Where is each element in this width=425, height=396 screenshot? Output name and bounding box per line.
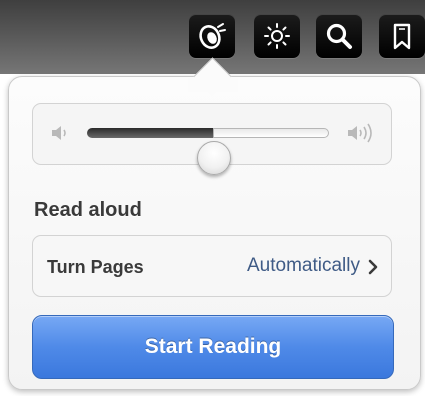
brightness-button[interactable] [254, 14, 300, 58]
search-button[interactable] [316, 14, 362, 58]
speaker-low-icon [49, 122, 73, 149]
turn-pages-row[interactable]: Turn Pages Automatically [32, 235, 392, 297]
chevron-right-icon [368, 259, 378, 280]
volume-track-rest [213, 128, 329, 138]
volume-track-fill [87, 128, 213, 138]
volume-slider-thumb[interactable] [197, 141, 231, 175]
volume-control [32, 103, 392, 175]
bookmark-button[interactable] [379, 14, 425, 58]
search-icon [324, 21, 354, 51]
volume-slider[interactable] [87, 128, 329, 175]
speaker-aloud-icon [197, 21, 227, 51]
speaker-high-icon [345, 122, 379, 149]
turn-pages-value: Automatically [247, 255, 360, 276]
bookmark-icon [387, 21, 417, 51]
turn-pages-label: Turn Pages [47, 257, 144, 277]
start-reading-button[interactable]: Start Reading [32, 315, 394, 379]
read-aloud-popover: Read aloud Turn Pages Automatically Star… [8, 76, 421, 390]
brightness-icon [262, 21, 292, 51]
section-title-read-aloud: Read aloud [34, 199, 142, 221]
read-aloud-button[interactable] [189, 14, 235, 58]
